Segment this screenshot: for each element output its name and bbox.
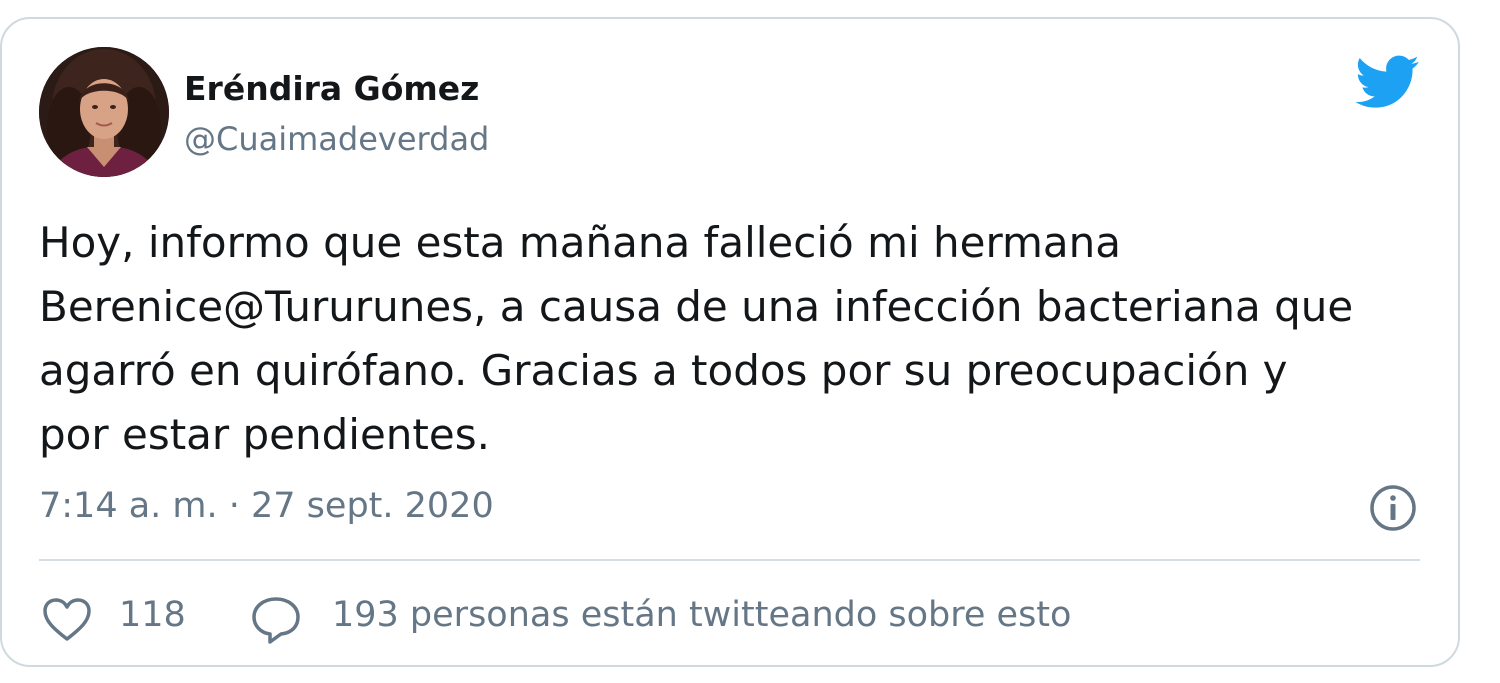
divider: [39, 559, 1420, 561]
avatar[interactable]: [39, 47, 169, 177]
author-handle[interactable]: @Cuaimadeverdad: [184, 120, 489, 158]
twitter-bird-icon[interactable]: [1356, 55, 1420, 109]
speech-bubble-icon[interactable]: [250, 595, 302, 645]
conversation-link[interactable]: 193 personas están twitteando sobre esto: [332, 595, 1071, 635]
heart-icon[interactable]: [42, 597, 92, 643]
author-name[interactable]: Eréndira Gómez: [184, 69, 479, 108]
tweet-card[interactable]: Eréndira Gómez @Cuaimadeverdad Hoy, info…: [0, 17, 1460, 667]
info-icon[interactable]: [1368, 483, 1418, 533]
like-count[interactable]: 118: [119, 595, 186, 635]
tweet-text-line: Berenice@Tururunes, a causa de una infec…: [39, 282, 1354, 331]
tweet-text-line: agarró en quirófano. Gracias a todos por…: [39, 346, 1288, 395]
tweet-text-line: por estar pendientes.: [39, 410, 490, 459]
tweet-text: Hoy, informo que esta mañana falleció mi…: [39, 211, 1439, 467]
avatar-image: [39, 47, 169, 177]
tweet-timestamp[interactable]: 7:14 a. m. · 27 sept. 2020: [39, 486, 494, 526]
tweet-text-line: Hoy, informo que esta mañana falleció mi…: [39, 218, 1121, 267]
